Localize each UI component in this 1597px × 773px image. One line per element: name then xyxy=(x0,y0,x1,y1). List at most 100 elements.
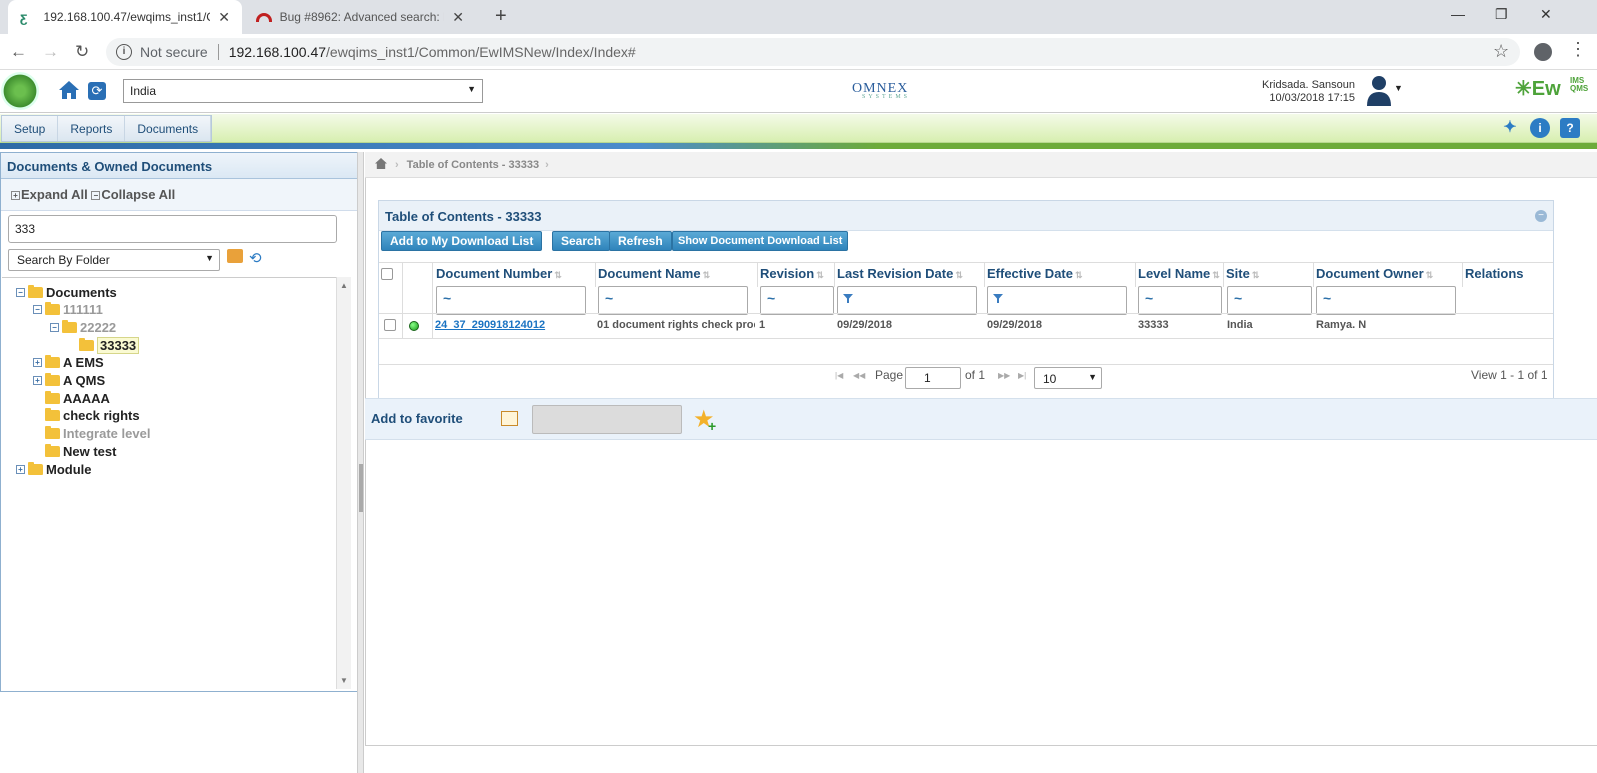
expand-node-icon[interactable]: + xyxy=(33,358,42,368)
collapse-panel-icon[interactable]: − xyxy=(1535,210,1547,222)
close-tab-icon[interactable]: ✕ xyxy=(218,9,230,26)
tree-scrollbar[interactable]: ▲ ▼ xyxy=(336,277,351,689)
menu-reports[interactable]: Reports xyxy=(58,116,126,141)
last-page-icon[interactable]: ▶| xyxy=(1018,371,1026,380)
tree-node[interactable]: 33333 xyxy=(67,336,140,354)
collapse-node-icon[interactable]: − xyxy=(16,287,25,297)
home-icon[interactable] xyxy=(375,158,387,169)
tree-node[interactable]: − Documents xyxy=(16,284,117,300)
page-count-label: of 1 xyxy=(965,368,986,382)
avatar-icon[interactable] xyxy=(1365,74,1393,106)
column-header-site[interactable]: Site ⇅ xyxy=(1224,263,1314,287)
scroll-down-icon[interactable]: ▼ xyxy=(337,676,351,685)
folder-icon xyxy=(28,461,43,475)
folder-tree-icon[interactable] xyxy=(501,411,518,426)
add-to-download-list-button[interactable]: Add to My Download List xyxy=(381,231,543,251)
tree-node[interactable]: − 111111 xyxy=(33,302,103,318)
reload-icon[interactable]: ↻ xyxy=(75,42,89,62)
select-all-checkbox[interactable] xyxy=(381,268,393,280)
tree-node[interactable]: New test xyxy=(33,443,116,459)
close-tab-icon[interactable]: ✕ xyxy=(452,9,464,26)
expand-node-icon[interactable]: + xyxy=(16,464,25,474)
app-header: ⟳ India ▼ OMNEX SYSTEMS Kridsada. Sansoun… xyxy=(0,71,1597,113)
page-size-select[interactable]: 10 ▼ xyxy=(1034,367,1102,389)
site-select[interactable]: India ▼ xyxy=(123,79,483,103)
prev-page-icon[interactable]: ◀◀ xyxy=(853,371,865,380)
pager-divider xyxy=(379,364,1553,365)
filter-document-owner[interactable]: ~ xyxy=(1316,286,1456,315)
tree-node[interactable]: + A EMS xyxy=(33,355,104,371)
refresh-app-icon[interactable]: ⟳ xyxy=(88,82,106,100)
tree-node[interactable]: + A QMS xyxy=(33,373,105,389)
help-icon[interactable]: ? xyxy=(1560,118,1580,138)
status-indicator-icon xyxy=(409,321,419,331)
minimize-icon[interactable]: — xyxy=(1451,6,1465,22)
splitter-grip[interactable] xyxy=(359,464,363,512)
add-favorite-plus-icon[interactable]: + xyxy=(708,418,716,434)
show-download-list-button[interactable]: Show Document Download List xyxy=(672,231,849,251)
close-window-icon[interactable]: ✕ xyxy=(1540,6,1552,23)
filter-level-name[interactable]: ~ xyxy=(1138,286,1222,315)
scroll-up-icon[interactable]: ▲ xyxy=(337,281,351,290)
column-header-document-name[interactable]: Document Name ⇅ xyxy=(596,263,758,287)
browser-menu-icon[interactable]: ⋮ xyxy=(1569,39,1587,60)
tree-search-input[interactable]: 333 xyxy=(8,215,337,243)
menu-documents[interactable]: Documents xyxy=(125,116,212,141)
home-icon[interactable] xyxy=(58,80,80,100)
sort-icon: ⇅ xyxy=(554,270,562,280)
browser-tab-active[interactable]: ƹ 192.168.100.47/ewqims_inst1/Co ✕ xyxy=(8,0,242,34)
info-icon[interactable]: i xyxy=(116,44,132,60)
column-header-document-owner[interactable]: Document Owner ⇅ xyxy=(1314,263,1463,287)
page-number-input[interactable]: 1 xyxy=(905,367,961,389)
folder-icon xyxy=(45,426,60,440)
row-checkbox[interactable] xyxy=(384,319,396,331)
folder-icon xyxy=(28,284,43,298)
bookmark-star-icon[interactable]: ☆ xyxy=(1493,41,1509,62)
reload-tree-icon[interactable]: ⟲ xyxy=(249,249,262,267)
filter-effective-date[interactable] xyxy=(987,286,1127,315)
refresh-button[interactable]: Refresh xyxy=(609,231,672,251)
column-header-effective-date[interactable]: Effective Date ⇅ xyxy=(985,263,1136,287)
collapse-all-button[interactable]: − Collapse All xyxy=(91,187,175,202)
search-button[interactable]: Search xyxy=(552,231,611,251)
search-by-select[interactable]: Search By Folder ▼ xyxy=(8,249,220,271)
expand-all-button[interactable]: + Expand All xyxy=(11,187,88,202)
omnex-logo: OMNEX SYSTEMS xyxy=(852,81,910,100)
back-icon[interactable]: ← xyxy=(10,42,27,62)
tree-node[interactable]: − 22222 xyxy=(50,319,116,335)
column-header-revision[interactable]: Revision ⇅ xyxy=(758,263,835,287)
collapse-node-icon[interactable]: − xyxy=(33,305,42,315)
menu-setup[interactable]: Setup xyxy=(2,116,59,141)
account-icon[interactable] xyxy=(1534,43,1552,61)
user-menu-chevron-icon[interactable]: ▼ xyxy=(1394,83,1403,93)
column-header-relations[interactable]: Relations xyxy=(1463,263,1553,287)
folder-search-icon[interactable] xyxy=(227,249,243,263)
tree-node[interactable]: Integrate level xyxy=(33,426,150,442)
panel-splitter[interactable] xyxy=(357,152,364,773)
filter-last-revision-date[interactable] xyxy=(837,286,977,315)
filter-document-number[interactable]: ~ xyxy=(436,286,586,315)
tree-node[interactable]: check rights xyxy=(33,408,140,424)
new-tab-icon[interactable]: + xyxy=(495,5,507,28)
forward-icon[interactable]: → xyxy=(42,42,59,62)
url-field[interactable]: i Not secure 192.168.100.47/ewqims_inst1… xyxy=(106,38,1520,66)
filter-site[interactable]: ~ xyxy=(1227,286,1312,315)
next-page-icon[interactable]: ▶▶ xyxy=(998,371,1010,380)
column-header-document-number[interactable]: Document Number ⇅ xyxy=(434,263,596,287)
info-icon[interactable]: i xyxy=(1530,118,1550,138)
first-page-icon[interactable]: |◀ xyxy=(835,371,843,380)
tree-node[interactable]: + Module xyxy=(16,461,92,477)
restore-icon[interactable]: ❐ xyxy=(1495,6,1508,23)
favorite-name-input[interactable] xyxy=(532,405,682,434)
filter-document-name[interactable]: ~ xyxy=(598,286,748,315)
filter-revision[interactable]: ~ xyxy=(760,286,834,315)
pin-icon[interactable]: ✦ xyxy=(1500,118,1520,138)
document-number-link[interactable]: 24_37_290918124012 xyxy=(435,319,593,331)
collapse-node-icon[interactable]: − xyxy=(50,322,59,332)
expand-node-icon[interactable]: + xyxy=(33,376,42,385)
column-header-level-name[interactable]: Level Name ⇅ xyxy=(1136,263,1224,287)
tree-node[interactable]: AAAAA xyxy=(33,390,110,406)
browser-tab-bug[interactable]: Bug #8962: Advanced search: FO ✕ xyxy=(244,0,476,34)
chevron-down-icon: ▼ xyxy=(205,253,214,263)
column-header-last-revision-date[interactable]: Last Revision Date ⇅ xyxy=(835,263,985,287)
